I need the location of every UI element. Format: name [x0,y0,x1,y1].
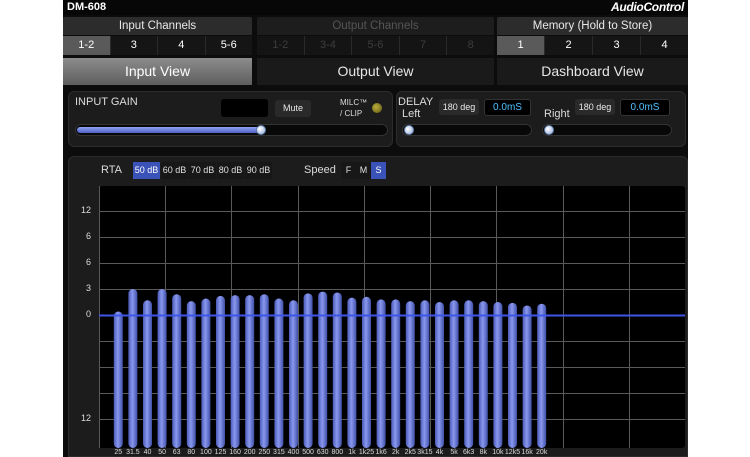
speed-label: Speed [304,164,336,176]
rta-bar [245,295,255,448]
right-delay-slider[interactable] [542,124,672,136]
rta-range-80db-button[interactable]: 80 dB [217,162,244,179]
memory-1-button[interactable]: 1 [497,36,545,55]
rta-range-60db-button[interactable]: 60 dB [161,162,188,179]
rta-bar [435,302,444,448]
rta-bar [113,311,123,448]
view-tabs: Input View Output View Dashboard View [63,58,688,85]
memory-4-button[interactable]: 4 [641,36,688,55]
rta-bar [303,293,313,448]
output-channels-title: Output Channels [257,17,494,35]
model-name: DM-608 [67,1,107,13]
input-gain-label: INPUT GAIN [75,96,138,108]
speed-medium-button[interactable]: M [356,162,371,179]
rta-bar [143,300,152,448]
right-phase-button[interactable]: 180 deg [575,99,615,115]
input-channel-4-button[interactable]: 4 [158,36,206,55]
input-channel-5-6-button[interactable]: 5-6 [205,36,252,55]
y-tick-label: 6 [85,257,91,267]
memory-title: Memory (Hold to Store) [497,17,688,35]
left-delay-slider[interactable] [402,124,532,136]
input-gain-slider-knob[interactable] [255,125,266,135]
speed-slow-button[interactable]: S [371,162,386,179]
left-delay-slider-knob[interactable] [404,125,414,135]
rta-bar [172,294,182,448]
input-channels-group: Input Channels 1-2 3 4 5-6 [63,17,252,55]
rta-bar [391,299,401,448]
y-tick-label: 3 [85,283,91,293]
input-channel-3-button[interactable]: 3 [110,36,158,55]
rta-bar [376,299,386,448]
y-tick-label: 12 [80,205,91,215]
rta-range-50db-button[interactable]: 50 dB [133,162,160,179]
rta-bar [420,300,430,448]
speed-fast-button[interactable]: F [341,162,356,179]
tab-output-view[interactable]: Output View [257,58,494,85]
left-delay-value[interactable]: 0.0mS [484,99,531,116]
output-channel-3-4-button[interactable]: 3-4 [304,36,353,55]
rta-bar [347,297,357,448]
rta-bar [128,289,138,448]
rta-bar [274,298,284,448]
mute-button[interactable]: Mute [275,100,311,117]
rta-bar [508,302,517,448]
rta-bar [289,300,298,448]
rta-bar [259,294,269,448]
rta-bar [362,296,371,448]
input-gain-slider[interactable] [75,124,388,136]
input-gain-slider-fill [77,127,262,133]
output-channels-group: Output Channels 1-2 3-4 5-6 7 8 [257,17,494,55]
rta-bar [405,301,415,448]
y-tick-label: 6 [85,231,91,241]
delay-right-label: Right [544,108,570,120]
output-channel-5-6-button[interactable]: 5-6 [352,36,400,55]
gain-value-display [221,99,268,117]
rta-range-90db-button[interactable]: 90 dB [245,162,272,179]
title-bar: DM-608 AudioControl [63,0,688,15]
memory-3-button[interactable]: 3 [593,36,641,55]
memory-2-button[interactable]: 2 [545,36,593,55]
rta-bar [464,300,474,448]
rta-bar [449,300,459,448]
clip-label: / CLIP [340,109,363,118]
right-delay-value[interactable]: 0.0mS [620,99,670,116]
right-delay-slider-knob[interactable] [544,125,554,135]
rta-bar [478,301,488,448]
rta-bar [186,301,196,448]
rta-bar [522,305,532,448]
rta-bar [230,295,240,448]
rta-plot-area [99,186,685,448]
milc-label: MILC™ [340,98,368,107]
y-tick-label: 0 [85,309,91,319]
rta-bar [493,302,503,448]
tab-input-view[interactable]: Input View [63,58,252,85]
memory-group: Memory (Hold to Store) 1 2 3 4 [497,17,688,55]
rta-bar [216,295,225,448]
input-channels-title: Input Channels [63,17,252,35]
output-channel-8-button[interactable]: 8 [447,36,494,55]
tab-dashboard-view[interactable]: Dashboard View [497,58,688,85]
rta-bar [201,298,211,448]
output-channel-1-2-button[interactable]: 1-2 [257,36,305,55]
rta-bar [537,303,547,448]
left-phase-button[interactable]: 180 deg [439,99,479,115]
brand-logo: AudioControl [610,0,684,14]
rta-bar [157,289,167,448]
input-channel-1-2-button[interactable]: 1-2 [63,36,111,55]
rta-range-70db-button[interactable]: 70 dB [189,162,216,179]
rta-label: RTA [101,164,122,176]
delay-left-label: Left [402,108,421,120]
x-tick-label: 20k [536,449,548,456]
y-tick-label: 12 [80,413,91,423]
output-channel-7-button[interactable]: 7 [399,36,448,55]
clip-indicator-icon [372,103,382,113]
delay-label: DELAY [398,96,434,108]
app-window: DM-608 AudioControl Input Channels 1-2 3… [63,0,688,457]
rta-chart [99,186,685,448]
